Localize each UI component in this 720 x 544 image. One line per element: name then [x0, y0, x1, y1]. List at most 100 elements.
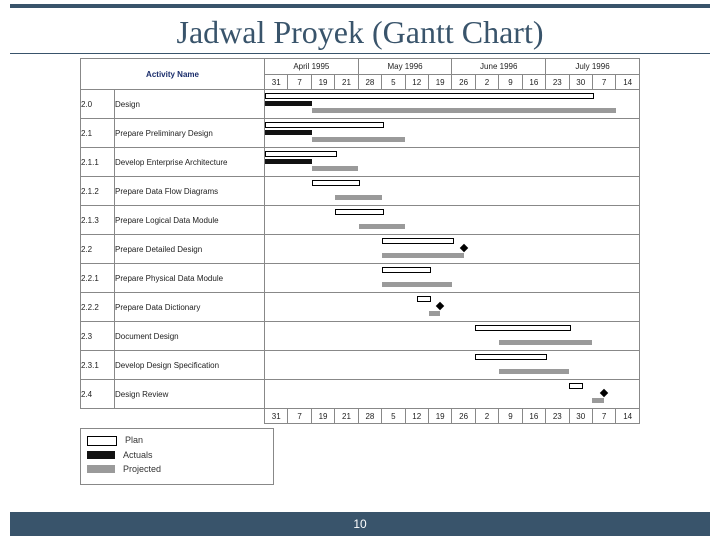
gantt-cell: [265, 148, 640, 177]
legend-swatch-plan: [87, 436, 117, 446]
day: 28: [358, 409, 381, 424]
day: 30: [569, 75, 592, 90]
table-row: 2.2.2Prepare Data Dictionary: [81, 293, 640, 322]
bar-actuals: [265, 130, 312, 135]
milestone-icon: [600, 389, 608, 397]
bar-projected: [312, 137, 405, 142]
bar-plan: [312, 180, 361, 186]
day: 23: [546, 409, 569, 424]
day: 2: [475, 409, 498, 424]
day: 21: [335, 75, 358, 90]
activity-name: Prepare Physical Data Module: [115, 264, 265, 293]
bar-plan: [382, 267, 431, 273]
gantt-chart: Activity Name April 1995 May 1996 June 1…: [80, 58, 640, 485]
month-3: July 1996: [546, 59, 640, 75]
activity-id: 2.0: [81, 90, 115, 119]
day: 31: [265, 409, 288, 424]
day: 7: [592, 75, 615, 90]
day: 7: [592, 409, 615, 424]
bar-plan: [335, 209, 384, 215]
legend-label-actuals: Actuals: [123, 450, 153, 460]
legend-swatch-projected: [87, 465, 115, 473]
day: 23: [546, 75, 569, 90]
bar-plan: [475, 325, 570, 331]
day: 14: [616, 75, 640, 90]
bar-projected: [499, 340, 592, 345]
activity-id: 2.3.1: [81, 351, 115, 380]
bar-projected: [382, 253, 464, 258]
day: 19: [311, 409, 334, 424]
day: 16: [522, 409, 545, 424]
table-row: 2.1.1Develop Enterprise Architecture: [81, 148, 640, 177]
activity-name: Prepare Preliminary Design: [115, 119, 265, 148]
milestone-icon: [459, 244, 467, 252]
bar-projected: [382, 282, 452, 287]
day: 2: [475, 75, 498, 90]
activity-id: 2.4: [81, 380, 115, 409]
activity-id: 2.1: [81, 119, 115, 148]
gantt-cell: [265, 177, 640, 206]
gantt-cell: [265, 90, 640, 119]
slide: Jadwal Proyek (Gantt Chart) Activity Nam…: [0, 4, 720, 544]
activity-name: Develop Enterprise Architecture: [115, 148, 265, 177]
gantt-table: Activity Name April 1995 May 1996 June 1…: [80, 58, 640, 424]
table-row: 2.4Design Review: [81, 380, 640, 409]
legend: Plan Actuals Projected: [80, 428, 274, 485]
day: 9: [499, 75, 522, 90]
legend-swatch-actuals: [87, 451, 115, 459]
activity-name: Develop Design Specification: [115, 351, 265, 380]
day: 12: [405, 75, 428, 90]
activity-name: Document Design: [115, 322, 265, 351]
bar-plan: [382, 238, 454, 244]
table-row: 2.1Prepare Preliminary Design: [81, 119, 640, 148]
legend-label-plan: Plan: [125, 435, 143, 445]
table-row: 2.2Prepare Detailed Design: [81, 235, 640, 264]
bar-actuals: [265, 159, 312, 164]
day: 7: [288, 75, 311, 90]
activity-name: Prepare Detailed Design: [115, 235, 265, 264]
table-row: 2.1.2Prepare Data Flow Diagrams: [81, 177, 640, 206]
gantt-cell: [265, 351, 640, 380]
day: 19: [311, 75, 334, 90]
bar-plan: [265, 151, 337, 157]
bar-projected: [312, 166, 359, 171]
gantt-cell: [265, 119, 640, 148]
day: 30: [569, 409, 592, 424]
activity-name: Design: [115, 90, 265, 119]
activity-id: 2.1.2: [81, 177, 115, 206]
month-1: May 1996: [358, 59, 452, 75]
bar-plan: [265, 93, 594, 99]
activity-id: 2.1.3: [81, 206, 115, 235]
day: 5: [382, 75, 405, 90]
day: 5: [382, 409, 405, 424]
footer-bar: 10: [10, 512, 710, 536]
bar-plan: [265, 122, 384, 128]
bar-actuals: [265, 101, 312, 106]
day: 19: [428, 409, 451, 424]
bar-projected: [359, 224, 406, 229]
page-number: 10: [353, 517, 366, 531]
bar-projected: [499, 369, 569, 374]
activity-id: 2.2.2: [81, 293, 115, 322]
day: 16: [522, 75, 545, 90]
day: 31: [265, 75, 288, 90]
bar-plan: [569, 383, 583, 389]
gantt-cell: [265, 380, 640, 409]
day-footer-row: 31 7 19 21 28 5 12 19 26 2 9 16 23 30 7 …: [81, 409, 640, 424]
activity-id: 2.2.1: [81, 264, 115, 293]
page-title: Jadwal Proyek (Gantt Chart): [10, 4, 710, 54]
activity-name: Prepare Data Dictionary: [115, 293, 265, 322]
day: 7: [288, 409, 311, 424]
gantt-cell: [265, 235, 640, 264]
activity-id: 2.1.1: [81, 148, 115, 177]
gantt-cell: [265, 293, 640, 322]
day: 26: [452, 409, 475, 424]
bar-projected: [429, 311, 441, 316]
bar-projected: [335, 195, 382, 200]
table-row: 2.2.1Prepare Physical Data Module: [81, 264, 640, 293]
day: 21: [335, 409, 358, 424]
gantt-cell: [265, 322, 640, 351]
gantt-cell: [265, 206, 640, 235]
day: 12: [405, 409, 428, 424]
month-header-row: Activity Name April 1995 May 1996 June 1…: [81, 59, 640, 75]
